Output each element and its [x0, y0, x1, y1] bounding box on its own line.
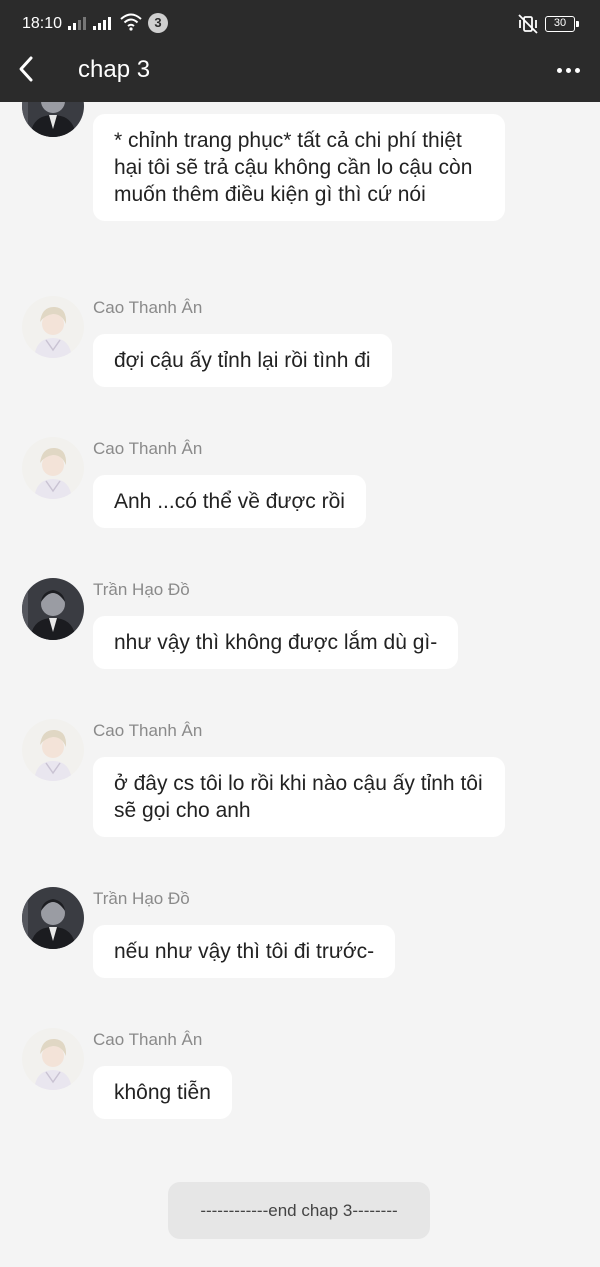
sender-name: Cao Thanh Ân — [93, 298, 203, 317]
message-bubble: nếu như vậy thì tôi đi trước- — [93, 925, 396, 978]
sender-name: Cao Thanh Ân — [93, 1030, 203, 1049]
signal-icon — [68, 16, 86, 30]
vibrate-off-icon — [517, 14, 539, 39]
message-bubble: như vậy thì không được lắm dù gì- — [93, 616, 459, 669]
avatar-light[interactable] — [22, 1028, 84, 1090]
message-bubble: ở đây cs tôi lo rồi khi nào cậu ấy tỉnh … — [93, 757, 505, 837]
status-time: 18:10 — [22, 15, 63, 32]
message-bubble: Anh ...có thể về được rồi — [93, 475, 366, 528]
top-bar: 18:10 3 30 chap 3 — [0, 0, 600, 102]
back-button[interactable] — [12, 52, 42, 86]
message-bubble: đợi cậu ấy tỉnh lại rồi tình đi — [93, 334, 392, 387]
wifi-icon — [120, 13, 142, 36]
signal-icon-2 — [93, 16, 111, 30]
status-bar: 18:10 3 30 — [0, 0, 600, 48]
avatar-dark[interactable] — [22, 578, 84, 640]
sender-name: Cao Thanh Ân — [93, 439, 203, 458]
message-bubble: không tiễn — [93, 1066, 232, 1119]
more-icon — [556, 67, 562, 73]
avatar-dark[interactable] — [22, 887, 84, 949]
chevron-left-icon — [19, 56, 33, 82]
sender-name: Cao Thanh Ân — [93, 721, 203, 740]
page-title: chap 3 — [78, 56, 151, 83]
avatar-light[interactable] — [22, 296, 84, 358]
avatar-light[interactable] — [22, 437, 84, 499]
sender-name: Trần Hạo Đồ — [93, 889, 190, 908]
sender-name: Trần Hạo Đồ — [93, 580, 190, 599]
message-bubble: * chỉnh trang phục* tất cả chi phí thiệt… — [93, 114, 505, 221]
end-chapter-label: ------------end chap 3-------- — [168, 1182, 430, 1239]
notification-badge: 3 — [148, 13, 168, 33]
battery-indicator: 30 — [545, 16, 579, 32]
avatar-light[interactable] — [22, 719, 84, 781]
more-options-button[interactable] — [550, 56, 586, 84]
